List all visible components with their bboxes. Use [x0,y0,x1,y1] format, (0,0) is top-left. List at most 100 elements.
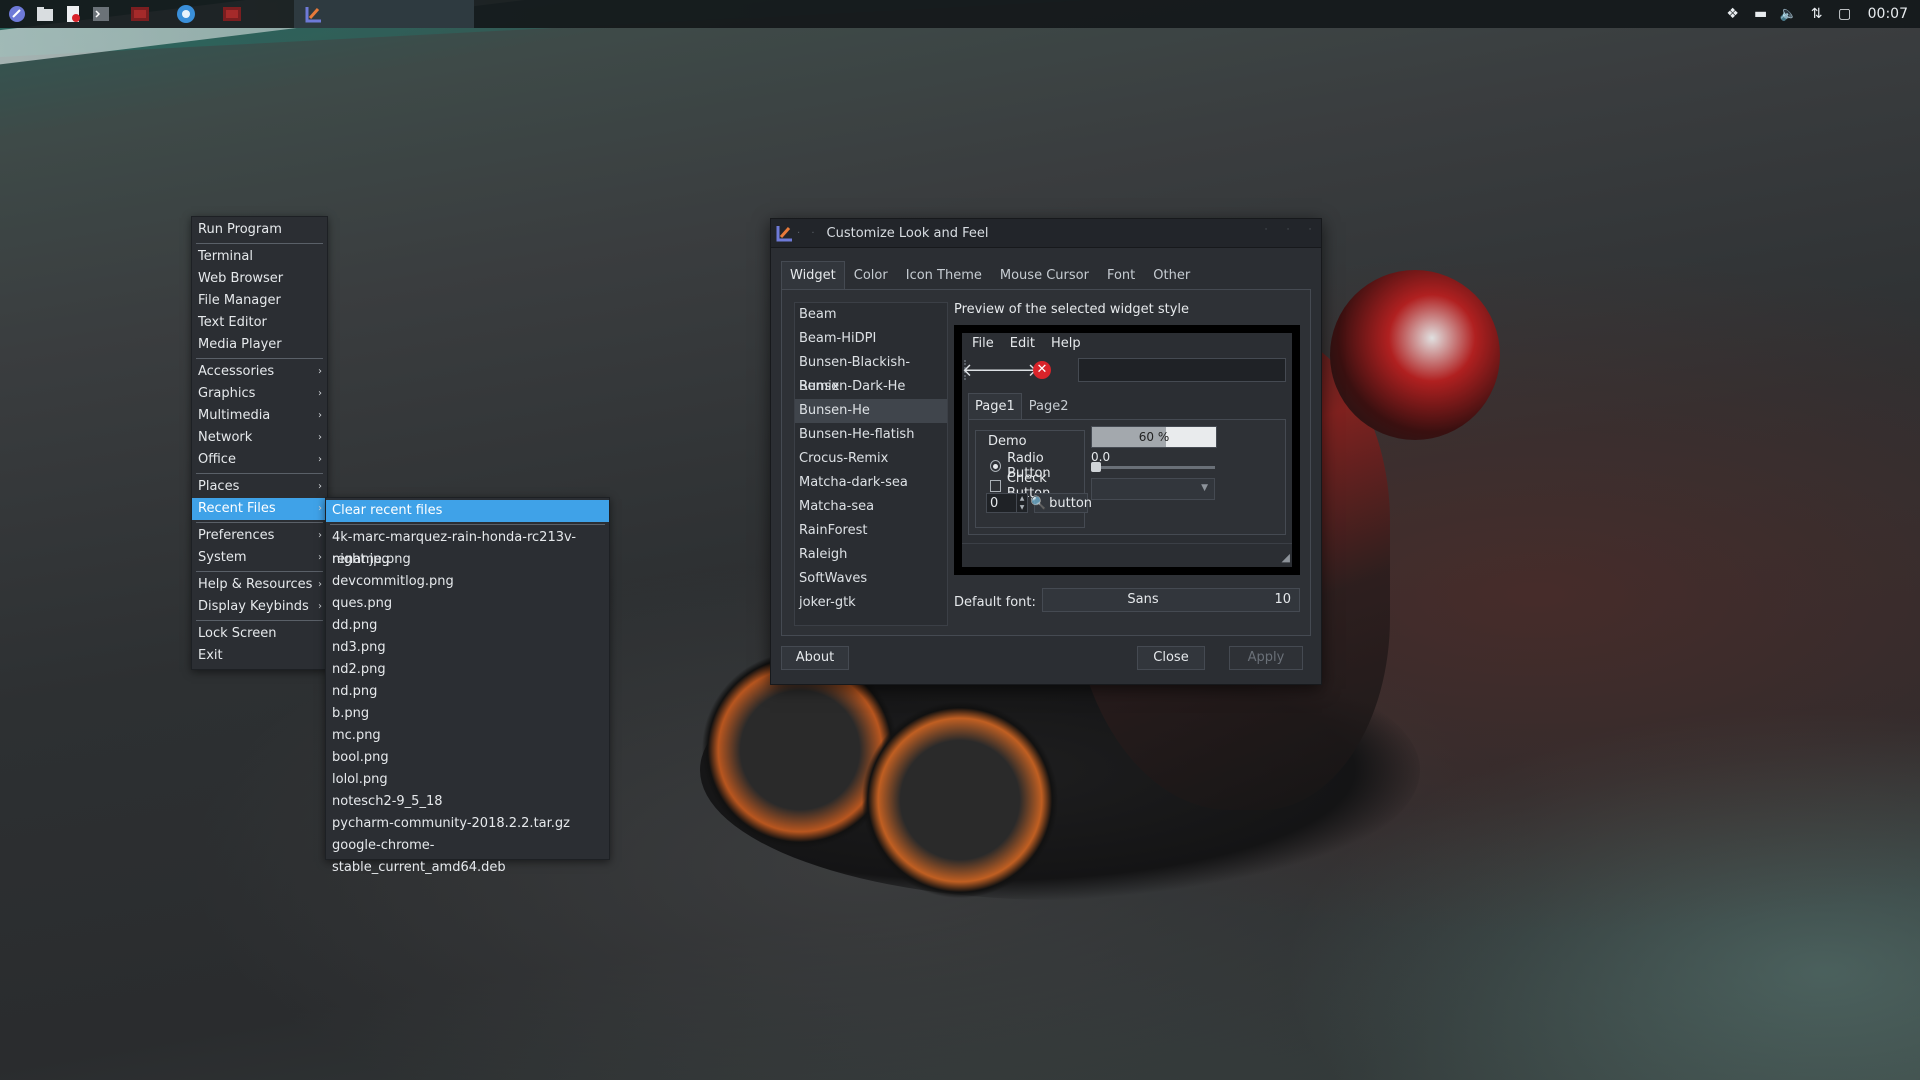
taskbar-app-icon[interactable] [126,0,154,28]
recent-file-item[interactable]: pycharm-community-2018.2.2.tar.gz [326,813,609,835]
chevron-right-icon: › [318,552,322,563]
theme-list-item[interactable]: joker-gtk [795,591,947,615]
spin-arrows-icon[interactable]: ▲ ▼ [1016,494,1027,512]
widget-theme-list[interactable]: Beam Beam-HiDPI Bunsen-Blackish-Remix Bu… [794,302,948,626]
menu-item-graphics[interactable]: Graphics › [192,383,327,405]
tab-color[interactable]: Color [845,261,897,291]
menu-item-media-player[interactable]: Media Player [192,334,327,356]
preview-menu-edit[interactable]: Edit [1010,336,1035,351]
theme-list-item[interactable]: Bunsen-Blackish-Remix [795,351,947,394]
recent-file-item[interactable]: google-chrome-stable_current_amd64.deb [326,835,609,875]
recent-file-item[interactable]: ques.png [326,593,609,615]
recent-file-item[interactable]: nd3.png [326,637,609,659]
document-icon[interactable] [62,3,84,25]
theme-list-item[interactable]: Matcha-sea [795,495,947,519]
clear-recent-files-item[interactable]: Clear recent files [326,500,609,522]
tab-widget[interactable]: Widget [781,261,845,290]
taskbar-app-icon[interactable] [218,0,246,28]
recent-file-item[interactable]: 4k-marc-marquez-rain-honda-rc213v-night.… [326,527,609,567]
theme-list-item[interactable]: Raleigh [795,543,947,567]
menu-item-file-manager[interactable]: File Manager [192,290,327,312]
preview-scale-slider[interactable] [1091,462,1215,472]
window-titlebar[interactable]: · · Customize Look and Feel · · · [771,219,1321,248]
preview-text-entry[interactable] [1078,358,1286,382]
menu-item-office[interactable]: Office › [192,449,327,471]
recent-file-item[interactable]: nd.png [326,681,609,703]
widget-tab-panel: Beam Beam-HiDPI Bunsen-Blackish-Remix Bu… [781,289,1311,636]
file-manager-icon[interactable] [34,3,56,25]
menu-item-run-program[interactable]: Run Program [192,219,327,241]
volume-icon[interactable]: 🔈 [1780,6,1798,22]
menu-item-display-keybinds[interactable]: Display Keybinds › [192,596,327,618]
tab-other[interactable]: Other [1144,261,1199,291]
resize-grip-icon[interactable]: ◢ [1282,551,1290,564]
dropbox-icon[interactable]: ❖ [1724,6,1742,22]
menu-separator [196,522,323,523]
theme-list-item[interactable]: Bunsen-He-flatish [795,423,947,447]
menu-item-exit[interactable]: Exit [192,645,327,667]
apply-button[interactable]: Apply [1229,646,1303,670]
titlebar-dots-icon: · · [797,227,819,239]
recent-file-item[interactable]: lolol.png [326,769,609,791]
menu-item-preferences[interactable]: Preferences › [192,525,327,547]
menu-item-web-browser[interactable]: Web Browser [192,268,327,290]
menu-item-accessories[interactable]: Accessories › [192,361,327,383]
menu-item-help-resources[interactable]: Help & Resources › [192,574,327,596]
theme-list-item[interactable]: Beam-HiDPI [795,327,947,351]
recent-file-item[interactable]: notesch2-9_5_18 [326,791,609,813]
preview-tab-page1[interactable]: Page1 [968,393,1022,420]
preview-menu-file[interactable]: File [972,336,994,351]
font-name: Sans [1127,592,1159,607]
theme-list-item[interactable]: SoftWaves [795,567,947,591]
theme-list-item[interactable]: Beam [795,303,947,327]
preview-menubar: File Edit Help [962,333,1292,353]
tab-font[interactable]: Font [1098,261,1144,291]
clipboard-icon[interactable]: ▢ [1836,6,1854,22]
browser-icon[interactable] [172,0,200,28]
maximize-icon[interactable]: · [1283,225,1293,235]
terminal-icon[interactable] [90,3,112,25]
about-button[interactable]: About [781,646,849,670]
preview-button[interactable]: 🔍 button [1030,493,1092,513]
theme-list-item[interactable]: Bunsen-Dark-He [795,375,947,399]
recent-file-item[interactable]: b.png [326,703,609,725]
slider-knob[interactable] [1091,462,1101,472]
menu-item-multimedia[interactable]: Multimedia › [192,405,327,427]
menu-item-label: Recent Files [198,501,276,516]
network-icon[interactable]: ⇅ [1808,6,1826,22]
menu-item-lock-screen[interactable]: Lock Screen [192,623,327,645]
menu-item-network[interactable]: Network › [192,427,327,449]
menu-item-system[interactable]: System › [192,547,327,569]
preview-combo-box[interactable]: ▼ [1091,478,1215,500]
menu-item-text-editor[interactable]: Text Editor [192,312,327,334]
theme-list-item-selected[interactable]: Bunsen-He [795,399,947,423]
menu-item-places[interactable]: Places › [192,476,327,498]
minimize-icon[interactable]: · [1261,225,1271,235]
tab-icon-theme[interactable]: Icon Theme [897,261,991,291]
theme-list-item[interactable]: Matcha-dark-sea [795,471,947,495]
preview-menu-help[interactable]: Help [1051,336,1081,351]
taskbar-lxappearance-active[interactable] [294,0,474,28]
app-menu-icon[interactable] [6,3,28,25]
display-icon[interactable]: ▬ [1752,6,1770,22]
recent-file-item[interactable]: rename.png [326,549,609,571]
panel-clock[interactable]: 00:07 [1868,6,1908,22]
recent-file-item[interactable]: bool.png [326,747,609,769]
recent-file-item[interactable]: dd.png [326,615,609,637]
forward-arrow-icon[interactable]: 🡒 [990,356,1038,384]
recent-file-item[interactable]: mc.png [326,725,609,747]
preview-tab-page2[interactable]: Page2 [1022,393,1076,421]
stop-button[interactable]: ✕ [1028,356,1056,384]
menu-item-recent-files[interactable]: Recent Files › [192,498,327,520]
theme-list-item[interactable]: Crocus-Remix [795,447,947,471]
close-button[interactable]: Close [1137,646,1205,670]
recent-file-item[interactable]: nd2.png [326,659,609,681]
menu-item-terminal[interactable]: Terminal [192,246,327,268]
preview-button-label: button [1049,495,1093,511]
preview-spin-button[interactable]: 0 ▲ ▼ [986,493,1028,513]
close-icon[interactable]: · [1305,225,1315,235]
tab-mouse-cursor[interactable]: Mouse Cursor [991,261,1098,291]
recent-file-item[interactable]: devcommitlog.png [326,571,609,593]
default-font-button[interactable]: Sans 10 [1042,588,1300,612]
theme-list-item[interactable]: RainForest [795,519,947,543]
